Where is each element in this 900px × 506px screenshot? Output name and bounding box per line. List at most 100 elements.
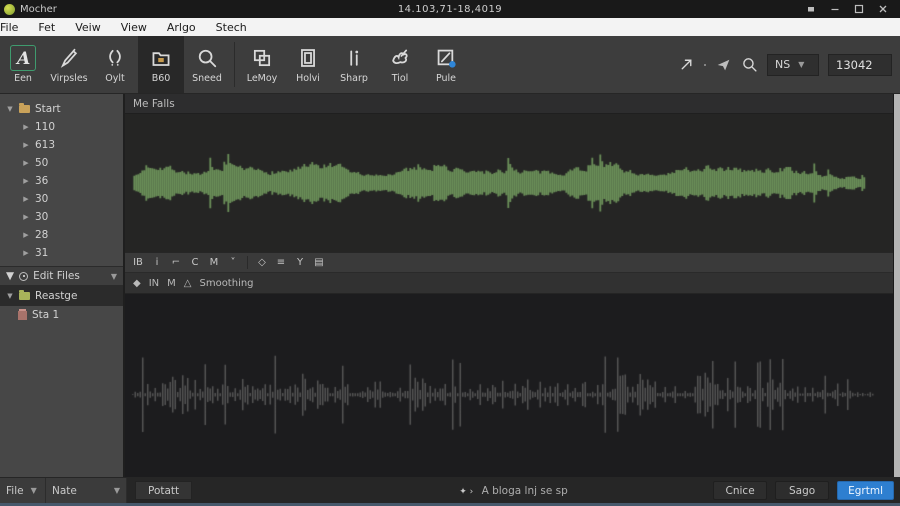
track-row[interactable]: ◆ IN M △ Smoothing [125,273,900,294]
mini-tool-icon[interactable]: ◇ [257,257,267,268]
toolbar-separator [247,256,248,269]
chevron-right-icon: ▶ [23,195,29,203]
tool-pule[interactable]: Pule [423,36,469,93]
mini-tool-icon[interactable]: ˅ [228,257,238,268]
tree-item[interactable]: ▶ 30 [0,190,123,208]
save-button[interactable]: Sago [775,481,830,500]
menu-bar: File Fet Veiw View Arlgo Stech [0,18,900,36]
tool-label: Sharp [340,73,368,84]
close-button[interactable] [872,1,894,17]
edit-files-section-header[interactable]: ▼ Edit Files ▼ [0,266,123,286]
mini-tool-icon[interactable]: ▤ [314,257,324,268]
mini-tool-icon[interactable]: M [209,257,219,268]
track-name: Smoothing [199,277,254,289]
preset-dropdown[interactable]: NS ▼ [767,53,819,76]
magnifier-icon [194,45,220,71]
tool-holvi[interactable]: Holvi [285,36,331,93]
tree-root[interactable]: ▼ Start [0,100,123,118]
chevron-down-icon: ▼ [7,292,13,300]
chevron-right-icon: ▶ [23,177,29,185]
menu-item-file[interactable]: File [0,21,20,34]
folder-icon [19,103,30,113]
tool-label: Sneed [192,73,222,84]
rate-dropdown[interactable]: Nate ▼ [46,478,127,503]
tree-item-reastge[interactable]: ▼ Reastge [0,286,123,306]
chevron-down-icon[interactable]: ▼ [111,272,117,281]
tree-item[interactable]: ▶ 30 [0,208,123,226]
framed-icon [295,45,321,71]
mini-tool-icon[interactable]: ⌐ [171,257,181,268]
title-bar: Mocher 14.103,71-18,4019 [0,0,900,18]
value-field[interactable] [828,53,892,76]
menu-item-view[interactable]: View [119,21,149,34]
track-control-icon[interactable]: △ [184,278,192,289]
tree-item[interactable]: ▶ 613 [0,136,123,154]
tree-item-label: 110 [35,121,56,133]
track-control-icon[interactable]: ◆ [133,278,141,289]
folder-icon [19,290,30,300]
chevron-down-icon: ▼ [113,486,120,495]
bars-icon [341,45,367,71]
tool-sharp[interactable]: Sharp [331,36,377,93]
edit-square-icon [433,45,459,71]
top-panel-header: Me Falls [125,94,900,114]
tool-virpsles[interactable]: Virpsles [46,36,92,93]
track-control-icon[interactable]: IN [149,278,159,289]
menu-item-stech[interactable]: Stech [214,21,249,34]
svg-text:A: A [15,49,30,69]
search-icon[interactable] [741,56,758,73]
app-window: Mocher 14.103,71-18,4019 File Fet Veiw View… [0,0,900,506]
cancel-button[interactable]: Cnice [713,481,768,500]
chevron-right-icon: ▶ [23,159,29,167]
chevron-down-icon: ▼ [6,270,15,282]
menu-item-veiw[interactable]: Veiw [73,21,103,34]
minimize-button[interactable] [824,1,846,17]
mini-tool-icon[interactable]: C [190,257,200,268]
tool-een[interactable]: A Een [0,36,46,93]
tree-item[interactable]: ▶ 110 [0,118,123,136]
track-control-icon[interactable]: M [167,278,176,289]
arrow-up-right-icon[interactable] [678,56,695,73]
potatt-button[interactable]: Potatt [135,481,193,500]
hand-icon [387,45,413,71]
export-button[interactable]: Egrtml [837,481,894,500]
clip-icon [18,310,27,320]
tool-label: Virpsles [50,73,88,84]
menu-item-arlgo[interactable]: Arlgo [165,21,198,34]
tree-item[interactable]: ▶ 31 [0,244,123,262]
tool-label: B60 [151,73,171,84]
file-dropdown[interactable]: File ▼ [0,478,46,503]
tool-label: Een [14,73,32,84]
menu-item-fet[interactable]: Fet [36,21,57,34]
tray-icon[interactable] [800,1,822,17]
chevron-down-icon: ▼ [798,60,805,69]
tool-label: LeMoy [246,73,278,84]
chevron-right-icon: ▶ [23,213,29,221]
tool-sneed[interactable]: Sneed [184,36,230,93]
maximize-button[interactable] [848,1,870,17]
tree-item-sta1[interactable]: Sta 1 [0,306,123,324]
chevron-right-icon: ▶ [23,249,29,257]
tool-b60[interactable]: B60 [138,36,184,93]
mini-tool-icon[interactable]: i [152,257,162,268]
tool-label: Holvi [296,73,320,84]
mini-tool-icon[interactable]: ≡ [276,257,286,268]
lower-waveform-panel: IB i ⌐ C M ˅ ◇ ≡ Y ▤ ◆ IN M △ Smoothing [125,252,900,477]
mini-tool-icon[interactable]: Y [295,257,305,268]
mini-tool-icon[interactable]: IB [133,257,143,268]
top-waveform[interactable] [125,114,900,252]
bottom-waveform[interactable] [125,294,900,477]
edit-mini-toolbar: IB i ⌐ C M ˅ ◇ ≡ Y ▤ [125,252,900,273]
vertical-scrollbar[interactable] [893,94,900,477]
tree-item[interactable]: ▶ 36 [0,172,123,190]
dot-separator [704,63,706,66]
tool-lemoy[interactable]: LeMoy [239,36,285,93]
tree-item-label: 36 [35,175,49,187]
toolbar-separator [234,42,235,87]
tree-item[interactable]: ▶ 50 [0,154,123,172]
chevron-right-icon: ▶ [23,141,29,149]
tool-tiol[interactable]: Tiol [377,36,423,93]
share-icon[interactable] [715,56,732,73]
tree-item[interactable]: ▶ 28 [0,226,123,244]
tool-oylt[interactable]: Oylt [92,36,138,93]
